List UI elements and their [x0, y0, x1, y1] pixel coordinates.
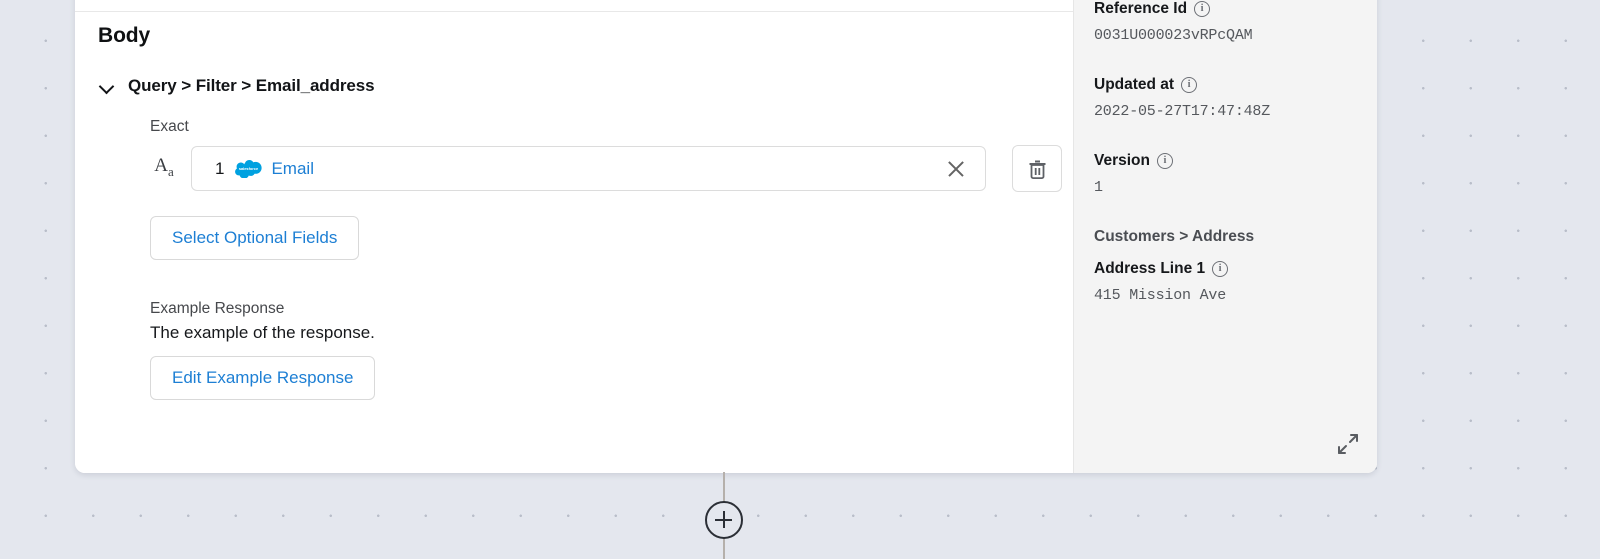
breadcrumb: Query > Filter > Email_address [128, 76, 375, 95]
exact-field-label: Exact [150, 118, 189, 135]
exact-field-row: Aa 1 salesforce Email [150, 145, 1073, 192]
exact-value-input[interactable]: 1 salesforce Email [191, 146, 986, 191]
trash-icon [1029, 160, 1045, 179]
node-card: Body Query > Filter > Email_address Exac… [75, 0, 1377, 473]
delete-field-button[interactable] [1012, 145, 1062, 192]
detail-label-updated-at: Updated at i [1094, 76, 1377, 94]
select-optional-fields-button[interactable]: Select Optional Fields [150, 216, 360, 260]
detail-label-address-line-1: Address Line 1 i [1094, 260, 1377, 278]
info-icon[interactable]: i [1181, 77, 1198, 93]
detail-value-address-line-1: 415 Mission Ave [1094, 287, 1227, 304]
detail-value-version: 1 [1094, 179, 1103, 196]
details-panel: Reference Id i 0031U000023vRPcQAM Update… [1073, 0, 1377, 473]
detail-label-reference-id: Reference Id i [1094, 0, 1377, 18]
query-filter-breadcrumb-row[interactable]: Query > Filter > Email_address [98, 76, 1073, 96]
svg-text:salesforce: salesforce [239, 166, 259, 171]
info-icon[interactable]: i [1157, 153, 1173, 169]
detail-value-reference-id: 0031U000023vRPcQAM [1094, 27, 1253, 44]
flow-canvas: Body Query > Filter > Email_address Exac… [0, 0, 1600, 559]
info-icon[interactable]: i [1212, 261, 1229, 277]
token-index: 1 [215, 158, 225, 178]
edit-example-response-button[interactable]: Edit Example Response [150, 356, 376, 400]
example-response-text: The example of the response. [150, 323, 375, 342]
close-icon[interactable] [945, 158, 967, 180]
exact-field-block: Exact Aa 1 salesforce Email Select Optio… [98, 118, 1073, 400]
salesforce-logo-icon: salesforce [235, 159, 263, 178]
section-divider [75, 11, 1073, 12]
expand-diagonal-icon[interactable] [1337, 433, 1359, 455]
info-icon[interactable]: i [1194, 1, 1211, 17]
token-label: Email [271, 158, 314, 178]
page-title: Body [98, 24, 151, 47]
node-body-pane: Body Query > Filter > Email_address Exac… [75, 0, 1073, 473]
chevron-down-icon[interactable] [98, 77, 116, 95]
example-response-label: Example Response [150, 300, 285, 317]
plus-circle-icon[interactable] [705, 501, 743, 539]
detail-value-updated-at: 2022-05-27T17:47:48Z [1094, 103, 1271, 120]
detail-group-heading: Customers > Address [1094, 228, 1255, 245]
detail-label-version: Version i [1094, 152, 1377, 170]
text-format-icon: Aa [154, 155, 174, 179]
